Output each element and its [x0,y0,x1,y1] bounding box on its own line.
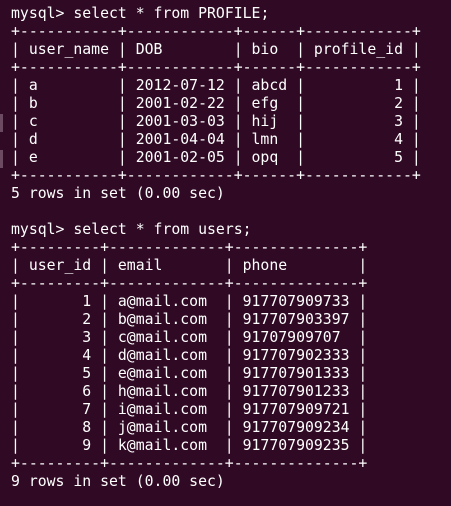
table-row: | e | 2001-02-05 | opq | 5 | [11,149,421,166]
scroll-edge-marker [0,114,3,132]
table-row: | 2 | b@mail.com | 917707903397 | [11,311,368,328]
command-text: select * from PROFILE; [73,5,270,22]
command-text: select * from users; [73,221,252,238]
command-line: mysql> select * from PROFILE; [11,5,451,23]
table-border: +-----------+------------+------+-------… [11,59,421,76]
result-summary: 5 rows in set (0.00 sec) [11,185,225,202]
table-border: +---------+-------------+--------------+ [11,455,368,472]
prompt: mysql> [11,5,65,22]
result-summary: 9 rows in set (0.00 sec) [11,473,225,490]
table-row: | b | 2001-02-22 | efg | 2 | [11,95,421,112]
table-row: | c | 2001-03-03 | hij | 3 | [11,113,421,130]
table-border: +-----------+------------+------+-------… [11,167,421,184]
table-header-row: | user_name | DOB | bio | profile_id | [11,41,421,58]
scroll-edge-marker [0,150,3,168]
table-row: | a | 2012-07-12 | abcd | 1 | [11,77,421,94]
table-row: | 7 | i@mail.com | 917707909721 | [11,401,368,418]
table-row: | 3 | c@mail.com | 91707909707 | [11,329,368,346]
table-row: | 8 | j@mail.com | 917707909234 | [11,419,368,436]
command-line: mysql> select * from users; [11,221,451,239]
table-row: | 9 | k@mail.com | 917707909235 | [11,437,368,454]
table-border: +---------+-------------+--------------+ [11,239,368,256]
terminal-window[interactable]: mysql> select * from PROFILE; +---------… [0,0,451,506]
table-header-row: | user_id | email | phone | [11,257,368,274]
table-row: | 1 | a@mail.com | 917707909733 | [11,293,368,310]
table-row: | 4 | d@mail.com | 917707902333 | [11,347,368,364]
prompt: mysql> [11,221,65,238]
table-border: +-----------+------------+------+-------… [11,23,421,40]
table-row: | 6 | h@mail.com | 917707901233 | [11,383,368,400]
table-row: | 5 | e@mail.com | 917707901333 | [11,365,368,382]
table-border: +---------+-------------+--------------+ [11,275,368,292]
table-row: | d | 2001-04-04 | lmn | 4 | [11,131,421,148]
